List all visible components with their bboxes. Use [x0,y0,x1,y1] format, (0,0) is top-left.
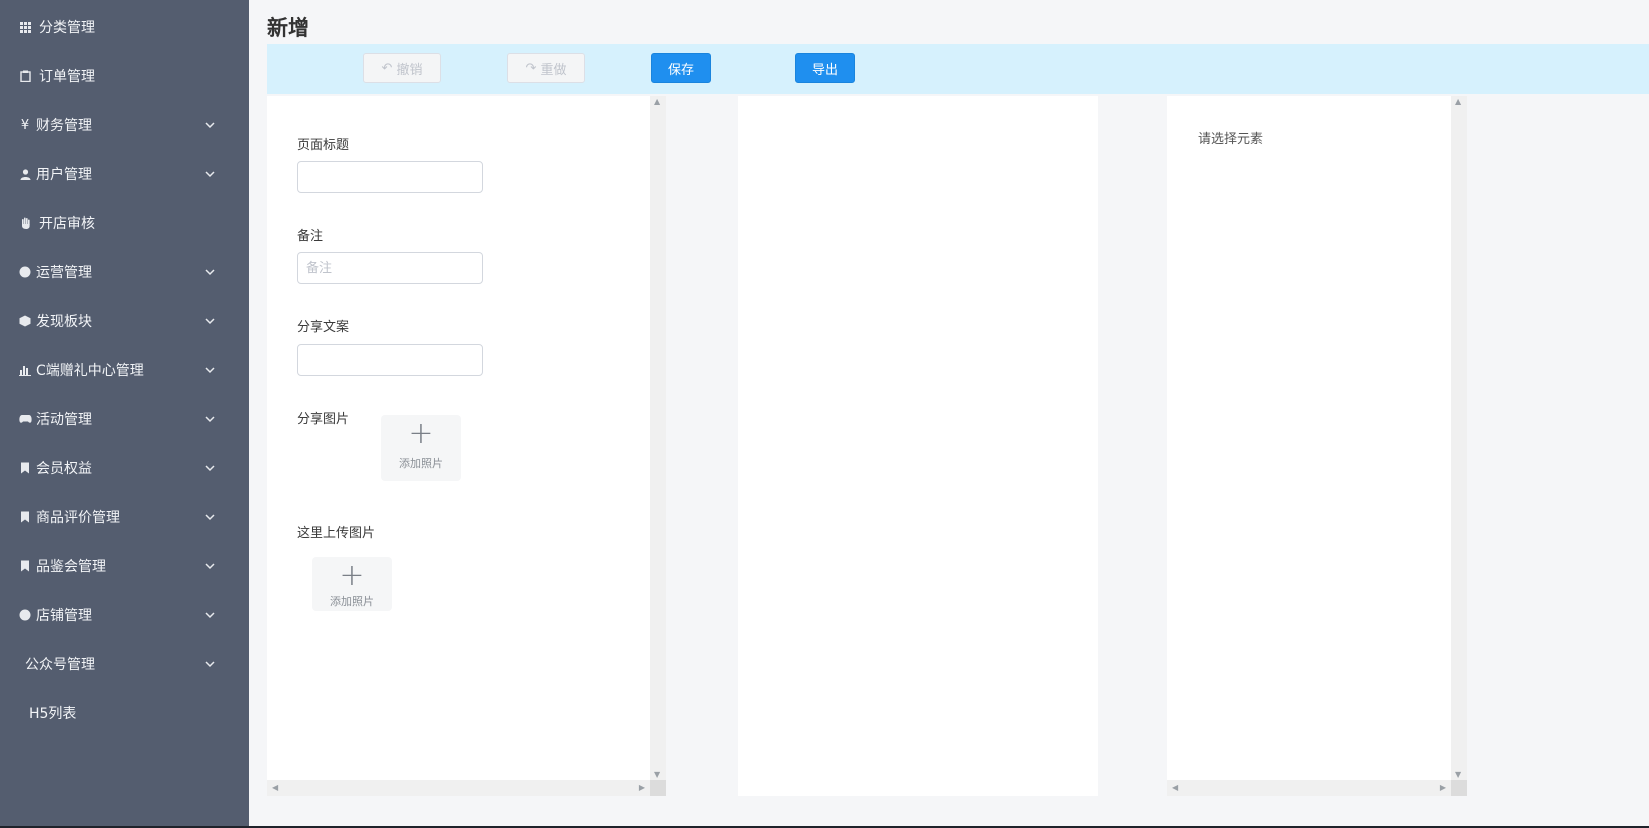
preview-canvas[interactable] [738,96,1098,796]
share-text-input[interactable] [297,344,483,376]
sidebar-item-official-account[interactable]: 公众号管理 [0,644,249,684]
chevron-down-icon [205,465,215,472]
scroll-left-icon[interactable]: ◀ [272,783,278,792]
chevron-down-icon [205,514,215,521]
page-title-input[interactable] [297,161,483,193]
undo-button[interactable]: ↶ 撤销 [363,53,441,83]
export-button[interactable]: 导出 [795,53,855,83]
share-text-label: 分享文案 [297,320,350,335]
vertical-scrollbar[interactable]: ▲ ▼ [1451,96,1467,780]
redo-button[interactable]: ↷ 重做 [507,53,585,83]
sidebar-item-label: 活动管理 [36,412,92,428]
bookmark-icon [18,559,32,573]
scroll-up-icon[interactable]: ▲ [654,97,660,106]
gamepad-icon [18,412,32,426]
sidebar-item-label: 用户管理 [36,167,92,183]
sidebar-item-membership[interactable]: 会员权益 [0,448,249,488]
chevron-down-icon [205,171,215,178]
scroll-down-icon[interactable]: ▼ [654,770,660,779]
bookmark-icon [18,461,32,475]
sidebar-item-label: 财务管理 [36,118,92,134]
cube-icon [18,314,32,328]
sidebar-item-category[interactable]: 分类管理 [0,7,249,47]
sidebar: 分类管理 订单管理 ¥ 财务管理 用户管理 开店审核 运营管理 发现板块 C端赠… [0,0,249,828]
grid-icon [18,20,32,34]
sidebar-item-label: 运营管理 [36,265,92,281]
yen-icon: ¥ [20,117,30,133]
horizontal-scrollbar[interactable]: ◀ ▶ [267,780,650,796]
chevron-down-icon [205,367,215,374]
hand-icon [18,216,32,230]
chevron-down-icon [205,661,215,668]
clipboard-icon [18,69,32,83]
bar-chart-icon [18,363,32,377]
scrollbar-corner [1451,780,1467,796]
share-image-label: 分享图片 [297,412,350,427]
sidebar-item-h5-list[interactable]: H5列表 [0,693,249,733]
sidebar-item-operations[interactable]: 运营管理 [0,252,249,292]
chevron-down-icon [205,269,215,276]
save-button[interactable]: 保存 [651,53,711,83]
save-label: 保存 [667,62,694,78]
settings-panel: 页面标题 备注 分享文案 分享图片 + 添加照片 这里上传图片 + 添加照片 ▲… [267,96,666,796]
remark-label: 备注 [297,229,324,244]
redo-label: 重做 [540,62,567,78]
chevron-down-icon [205,318,215,325]
page-title: 新增 [267,16,309,40]
chevron-down-icon [205,122,215,129]
sidebar-item-tasting[interactable]: 品鉴会管理 [0,546,249,586]
sidebar-item-label: 公众号管理 [25,657,95,673]
pie-icon [18,265,32,279]
sidebar-item-shop-review[interactable]: 开店审核 [0,203,249,243]
select-element-hint: 请选择元素 [1198,132,1264,147]
sidebar-item-product-reviews[interactable]: 商品评价管理 [0,497,249,537]
sidebar-item-orders[interactable]: 订单管理 [0,56,249,96]
export-label: 导出 [811,62,838,78]
redo-icon: ↷ [525,60,537,76]
sidebar-item-finance[interactable]: ¥ 财务管理 [0,105,249,145]
sidebar-item-label: 订单管理 [39,69,95,85]
pie-icon [18,608,32,622]
vertical-scrollbar[interactable]: ▲ ▼ [650,96,666,780]
plus-icon: + [339,558,365,593]
sidebar-item-label: 发现板块 [36,314,92,330]
sidebar-item-discover[interactable]: 发现板块 [0,301,249,341]
sidebar-item-users[interactable]: 用户管理 [0,154,249,194]
element-properties-panel: 请选择元素 ▲ ▼ ◀ ▶ [1167,96,1467,796]
bookmark-icon [18,510,32,524]
plus-icon: + [408,416,434,451]
scroll-right-icon[interactable]: ▶ [1440,783,1446,792]
toolbar: ↶ 撤销 ↷ 重做 保存 导出 [267,44,1649,94]
undo-label: 撤销 [396,62,423,78]
user-icon [18,167,32,181]
upload-label: 添加照片 [330,595,374,608]
scroll-up-icon[interactable]: ▲ [1455,97,1461,106]
scrollbar-corner [650,780,666,796]
upload-label: 添加照片 [399,457,443,470]
sidebar-item-label: 商品评价管理 [36,510,120,526]
sidebar-item-label: 会员权益 [36,461,92,477]
scroll-down-icon[interactable]: ▼ [1455,770,1461,779]
scroll-right-icon[interactable]: ▶ [639,783,645,792]
image-upload[interactable]: + 添加照片 [312,557,392,611]
chevron-down-icon [205,612,215,619]
sidebar-item-shops[interactable]: 店铺管理 [0,595,249,635]
sidebar-item-label: 开店审核 [39,216,95,232]
remark-input[interactable] [297,252,483,284]
undo-icon: ↶ [381,60,393,76]
sidebar-item-label: 品鉴会管理 [36,559,106,575]
share-image-upload[interactable]: + 添加照片 [381,415,461,481]
sidebar-item-label: 分类管理 [39,20,95,36]
page-title-label: 页面标题 [297,138,350,153]
horizontal-scrollbar[interactable]: ◀ ▶ [1167,780,1451,796]
chevron-down-icon [205,416,215,423]
sidebar-item-label: H5列表 [29,706,77,722]
sidebar-item-gift-center[interactable]: C端赠礼中心管理 [0,350,249,390]
scroll-left-icon[interactable]: ◀ [1172,783,1178,792]
sidebar-item-label: C端赠礼中心管理 [36,363,144,379]
sidebar-item-label: 店铺管理 [36,608,92,624]
sidebar-item-activities[interactable]: 活动管理 [0,399,249,439]
chevron-down-icon [205,563,215,570]
upload-image-label: 这里上传图片 [297,526,376,541]
